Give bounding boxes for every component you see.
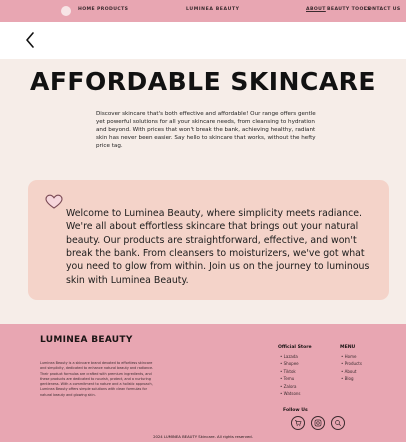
store-link[interactable]: • Tiktok	[280, 368, 301, 375]
official-store-title: Official Store	[278, 345, 312, 350]
welcome-text: Welcome to Luminea Beauty, where simplic…	[66, 208, 370, 286]
store-link[interactable]: • Watsons	[280, 390, 301, 397]
official-store-list: • Lazada • Shopee • Tiktok • Temu • Zalo…	[280, 353, 301, 397]
nav-contact[interactable]: CONTACT US	[364, 7, 401, 12]
menu-list: • Home • Products • About • Blog	[341, 353, 362, 383]
copyright: 2024 LUMINEA BEAUTY Skincare. All rights…	[153, 434, 253, 439]
instagram-icon[interactable]	[311, 416, 325, 430]
page-title: AFFORDABLE SKINCARE	[30, 67, 376, 96]
menu-link[interactable]: • Blog	[341, 375, 362, 382]
menu-link[interactable]: • Home	[341, 353, 362, 360]
welcome-card: Welcome to Luminea Beauty, where simplic…	[28, 180, 389, 300]
hero-description: Discover skincare that's both effective …	[96, 111, 316, 149]
hero-section: AFFORDABLE SKINCARE Discover skincare th…	[0, 59, 406, 324]
top-navigation: HOME PRODUCTS LUMINEA BEAUTY ABOUT BEAUT…	[0, 0, 406, 22]
nav-about[interactable]: ABOUT	[306, 7, 326, 12]
nav-home[interactable]: HOME	[78, 7, 95, 12]
menu-link[interactable]: • Products	[341, 360, 362, 367]
store-link[interactable]: • Zalora	[280, 383, 301, 390]
store-link[interactable]: • Lazada	[280, 353, 301, 360]
chevron-left-icon	[26, 32, 34, 48]
follow-us-title: Follow Us	[283, 408, 308, 413]
search-icon[interactable]	[331, 416, 345, 430]
store-link[interactable]: • Temu	[280, 375, 301, 382]
menu-link[interactable]: • About	[341, 368, 362, 375]
logo[interactable]	[61, 6, 71, 16]
back-button[interactable]	[20, 29, 40, 51]
footer-about-text: Luminea Beauty is a skincare brand devot…	[40, 361, 154, 397]
cart-icon[interactable]	[291, 416, 305, 430]
heart-icon	[45, 194, 63, 209]
menu-title: MENU	[340, 345, 356, 350]
back-row	[0, 22, 406, 59]
footer-brand: LUMINEA BEAUTY	[40, 335, 133, 345]
nav-products[interactable]: PRODUCTS	[97, 7, 128, 12]
nav-brand[interactable]: LUMINEA BEAUTY	[186, 7, 240, 12]
store-link[interactable]: • Shopee	[280, 360, 301, 367]
footer: LUMINEA BEAUTY Luminea Beauty is a skinc…	[0, 324, 406, 442]
